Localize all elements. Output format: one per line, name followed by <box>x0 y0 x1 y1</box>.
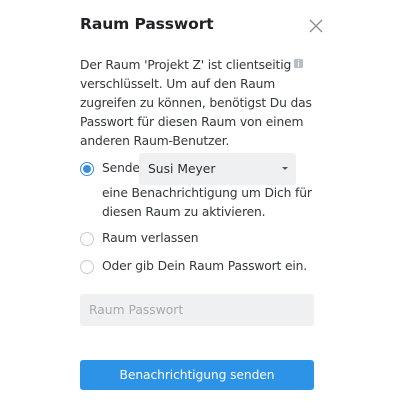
radio-send-label: Sende <box>102 161 140 175</box>
user-select-value: Susi Meyer <box>148 162 216 176</box>
dialog-title: Raum Passwort <box>80 15 214 33</box>
room-password-input[interactable] <box>80 294 314 326</box>
radio-enter-password[interactable] <box>80 260 94 274</box>
info-icon[interactable] <box>294 59 304 68</box>
radio-leave-room[interactable] <box>80 232 94 246</box>
room-password-dialog: Raum Passwort Der Raum 'Projekt Z' ist c… <box>0 0 400 410</box>
radio-password-label: Oder gib Dein Raum Passwort ein. <box>102 259 308 273</box>
close-icon[interactable] <box>309 19 323 33</box>
caret-down-icon <box>282 167 288 170</box>
send-notification-button[interactable]: Benachrichtigung senden <box>80 360 314 390</box>
send-notification-subtext: eine Benachrichtigung um Dich für diesen… <box>102 186 312 219</box>
user-select-dropdown[interactable]: Susi Meyer <box>139 153 296 185</box>
radio-leave-label: Raum verlassen <box>102 231 199 245</box>
dialog-description: Der Raum 'Projekt Z' ist clientseitig ve… <box>80 56 320 151</box>
radio-send-notification[interactable] <box>80 162 94 176</box>
description-text-part1: Der Raum 'Projekt Z' ist clientseitig <box>80 58 292 72</box>
description-text-part2: verschlüsselt. Um auf den Raum zugreifen… <box>80 77 312 148</box>
